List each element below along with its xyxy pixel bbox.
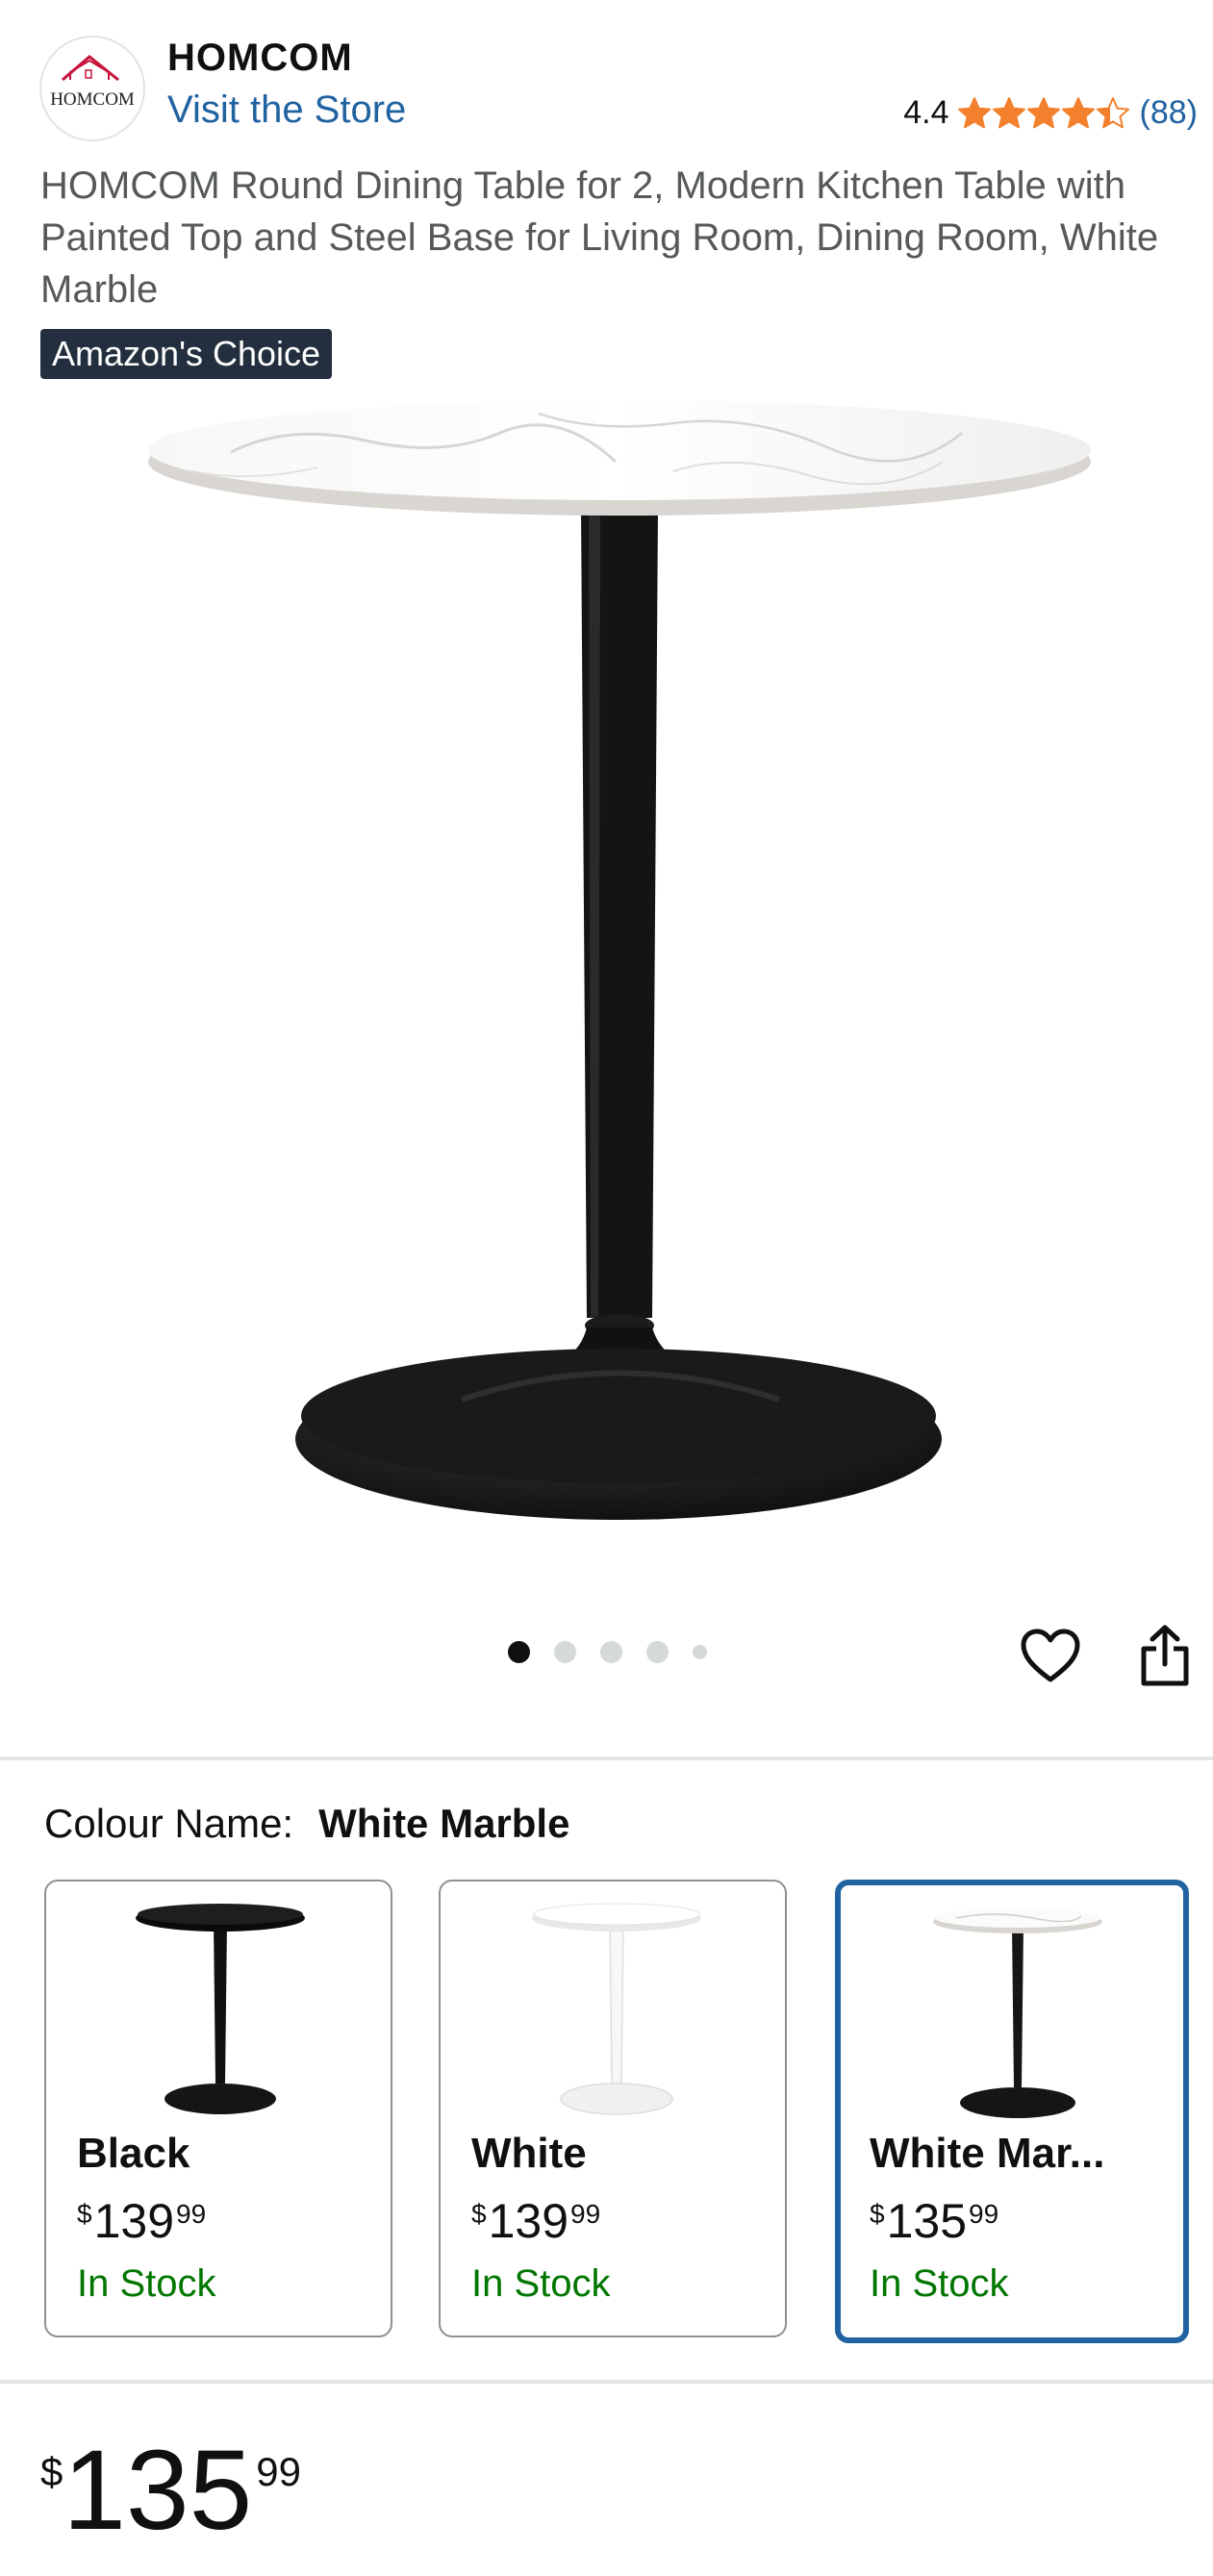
colour-selector-label: Colour Name: White Marble — [44, 1801, 569, 1847]
price-fraction: 99 — [570, 2199, 601, 2229]
section-divider — [0, 1756, 1213, 1760]
price-whole: 139 — [93, 2194, 175, 2248]
star-icon — [992, 96, 1025, 128]
colour-option-black[interactable]: Black $139 99 In Stock — [44, 1880, 392, 2337]
pagination-dot[interactable] — [600, 1641, 622, 1663]
star-icon — [1026, 96, 1060, 128]
star-icon — [1096, 96, 1129, 128]
price-fraction: 99 — [969, 2199, 999, 2229]
colour-option-white[interactable]: White $139 99 In Stock — [439, 1880, 787, 2337]
stock-status: In Stock — [870, 2262, 1009, 2305]
stock-status: In Stock — [471, 2262, 611, 2305]
price-currency: $ — [870, 2199, 885, 2229]
swatch-price: $139 99 — [471, 2193, 600, 2249]
stock-status: In Stock — [77, 2262, 216, 2305]
pagination-dot[interactable] — [693, 1645, 707, 1659]
share-button[interactable] — [1139, 1624, 1191, 1687]
section-divider — [0, 2380, 1213, 2384]
swatch-name: White Mar... — [870, 2130, 1105, 2177]
price-fraction: 99 — [256, 2449, 301, 2494]
share-icon — [1141, 1625, 1189, 1686]
price-currency: $ — [40, 2449, 63, 2494]
swatch-name: White — [471, 2130, 587, 2177]
image-pagination[interactable] — [508, 1641, 707, 1663]
swatch-image-black — [136, 1904, 305, 2114]
homcom-logo-icon: HOMCOM — [50, 55, 135, 110]
brand-logo[interactable]: HOMCOM — [39, 36, 145, 141]
colour-label: Colour Name: — [44, 1801, 294, 1846]
product-image[interactable] — [0, 394, 1213, 1587]
price-fraction: 99 — [176, 2199, 207, 2229]
rating-value: 4.4 — [903, 94, 949, 131]
logo-text: HOMCOM — [50, 89, 135, 110]
rating-count[interactable]: (88) — [1140, 94, 1198, 132]
brand-name: HOMCOM — [167, 37, 353, 79]
price-whole: 135 — [63, 2427, 253, 2554]
product-title: HOMCOM Round Dining Table for 2, Modern … — [40, 164, 1159, 311]
rating-summary[interactable]: 4.4 (88) — [903, 94, 1198, 132]
price-whole: 135 — [886, 2194, 968, 2248]
swatch-price: $139 99 — [77, 2193, 206, 2249]
favorite-button[interactable] — [1020, 1628, 1081, 1685]
rating-stars — [957, 96, 1130, 131]
pagination-dot[interactable] — [508, 1641, 530, 1663]
swatch-image-white-marble — [933, 1908, 1102, 2118]
pagination-dot[interactable] — [646, 1641, 669, 1663]
visit-store-link[interactable]: Visit the Store — [167, 88, 406, 132]
heart-icon — [1021, 1629, 1080, 1682]
star-icon — [957, 96, 991, 128]
colour-option-white-marble[interactable]: White Mar... $135 99 In Stock — [835, 1880, 1189, 2343]
swatch-price: $135 99 — [870, 2193, 998, 2249]
price-whole: 139 — [488, 2194, 569, 2248]
price-currency: $ — [77, 2199, 92, 2229]
pagination-dot[interactable] — [554, 1641, 576, 1663]
swatch-image-white — [532, 1903, 701, 2115]
swatch-name: Black — [77, 2130, 190, 2177]
star-icon — [1061, 96, 1095, 128]
amazons-choice-badge[interactable]: Amazon's Choice — [40, 329, 332, 379]
price-currency: $ — [471, 2199, 487, 2229]
product-price: $ 135 99 — [40, 2434, 301, 2547]
colour-selected-value: White Marble — [318, 1801, 570, 1846]
